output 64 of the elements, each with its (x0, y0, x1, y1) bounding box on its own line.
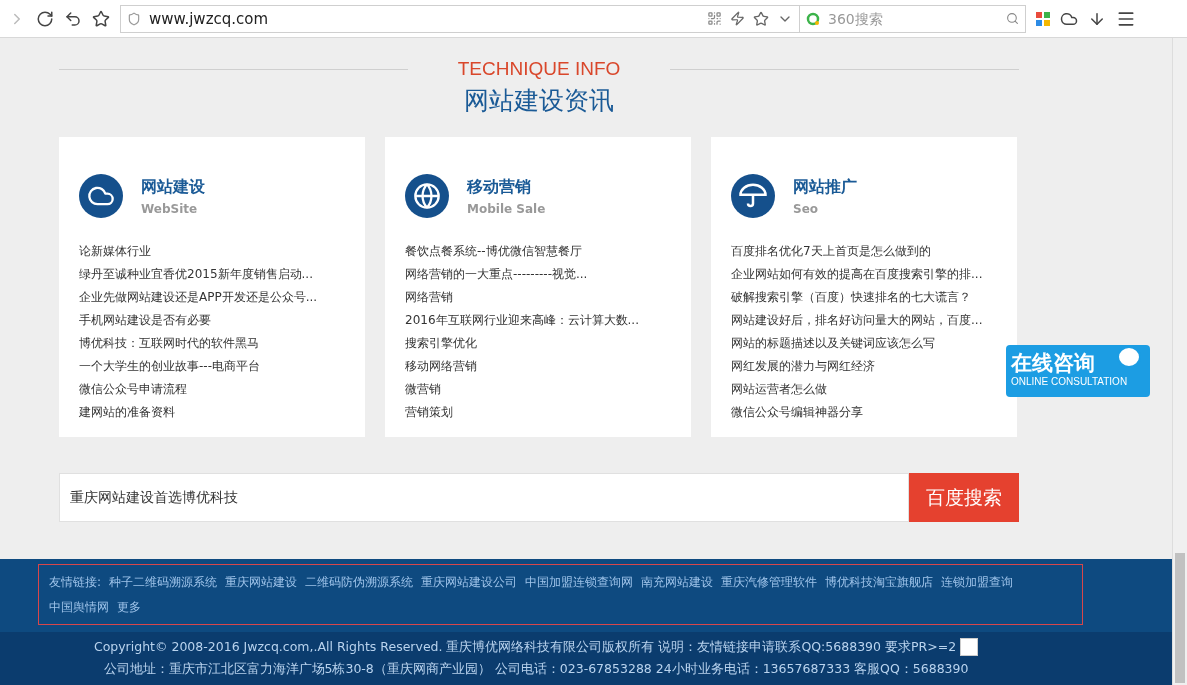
article-link[interactable]: 微信公众号申请流程 (79, 378, 187, 401)
article-link[interactable]: 企业先做网站建设还是APP开发还是公众号... (79, 286, 318, 309)
section-title: 网站建设资讯 (463, 85, 615, 117)
search-box[interactable]: 360搜索 (800, 4, 1026, 33)
url-text: www.jwzcq.com (149, 9, 270, 28)
friend-link[interactable]: 重庆网站建设 (225, 573, 298, 592)
shield-icon (127, 11, 141, 26)
search-field[interactable]: 重庆网站建设首选博优科技 (59, 473, 909, 522)
article-link[interactable]: 绿丹至诚种业宜香优2015新年度销售启动... (79, 263, 313, 286)
address-field[interactable]: www.jwzcq.com (120, 4, 800, 33)
friend-link[interactable]: 种子二维码溯源系统 (109, 573, 218, 592)
friend-link[interactable]: 重庆汽修管理软件 (721, 573, 818, 592)
article-link[interactable]: 网络营销的一大重点---------视觉... (405, 263, 588, 286)
card-subtitle: Seo (793, 201, 820, 216)
search-icon[interactable] (1006, 12, 1019, 25)
cloud-icon (79, 174, 123, 218)
star-icon[interactable] (753, 10, 769, 27)
friend-link[interactable]: 中国舆情网 (49, 598, 109, 617)
card-title: 网站建设 (141, 176, 205, 198)
article-link[interactable]: 博优科技：互联网时代的软件黑马 (79, 332, 259, 355)
ring-logo-icon (806, 11, 820, 26)
article-link[interactable]: 网站的标题描述以及关键词应该怎么写 (731, 332, 935, 355)
card-title: 网站推广 (793, 176, 857, 198)
bookmark-star-icon[interactable] (92, 9, 110, 28)
article-link[interactable]: 一个大学生的创业故事---电商平台 (79, 355, 260, 378)
article-link[interactable]: 网络营销 (405, 286, 453, 309)
friend-link[interactable]: 中国加盟连锁查询网 (525, 573, 634, 592)
article-link[interactable]: 破解搜索引擎（百度）快速排名的七大谎言？ (731, 286, 971, 309)
globe-icon (405, 174, 449, 218)
article-link[interactable]: 移动网络营销 (405, 355, 477, 378)
search-button[interactable]: 百度搜索 (909, 473, 1019, 522)
friend-link[interactable]: 博优科技淘宝旗舰店 (825, 573, 934, 592)
article-link[interactable]: 手机网站建设是否有必要 (79, 309, 211, 332)
friend-link[interactable]: 更多 (117, 598, 141, 617)
article-link[interactable]: 微信公众号编辑神器分享 (731, 401, 863, 424)
article-link[interactable]: 2016年互联网行业迎来高峰：云计算大数... (405, 309, 639, 332)
article-link[interactable]: 网站运营者怎么做 (731, 378, 827, 401)
friend-link[interactable]: 连锁加盟查询 (941, 573, 1014, 592)
friend-link[interactable]: 重庆网站建设公司 (421, 573, 518, 592)
card-subtitle: Mobile Sale (467, 201, 546, 216)
reload-icon[interactable] (36, 9, 54, 28)
friend-link[interactable]: 二维码防伪溯源系统 (305, 573, 414, 592)
address-text: 公司地址：重庆市江北区富力海洋广场5栋30-8（重庆网商产业园） 公司电话：023-67853288 24小时业务电话：13657687333 客服QQ：5688390 (103, 660, 969, 678)
article-link[interactable]: 微营销 (405, 378, 441, 401)
article-link[interactable]: 论新媒体行业 (79, 240, 151, 263)
article-link[interactable]: 百度排名优化7天上首页是怎么做到的 (731, 240, 931, 263)
lightning-icon[interactable] (730, 11, 745, 26)
section-eyebrow: TECHNIQUE INFO (457, 58, 621, 80)
article-link[interactable]: 企业网站如何有效的提高在百度搜索引擎的排... (731, 263, 983, 286)
umbrella-icon (731, 174, 775, 218)
card-title: 移动营销 (467, 176, 532, 198)
article-link[interactable]: 餐饮点餐系统--博优微信智慧餐厅 (405, 240, 582, 263)
article-link[interactable]: 网红发展的潜力与网红经济 (731, 355, 875, 378)
copyright-text: Copyright© 2008-2016 Jwzcq.com,.All Rights Reserved. 重庆博优网络科技有限公司版权所有 说明：友情链接申请联系QQ:5688390 要求PR>=2 (93, 638, 957, 656)
article-link[interactable]: 建网站的准备资料 (79, 401, 175, 424)
app-grid-icon[interactable] (1036, 11, 1050, 26)
card-subtitle: WebSite (141, 201, 199, 216)
friend-link[interactable]: 南充网站建设 (641, 573, 714, 592)
undo-icon[interactable] (64, 9, 82, 28)
qr-code-icon[interactable] (707, 11, 722, 26)
article-link[interactable]: 营销策划 (405, 401, 453, 424)
article-link[interactable]: 网站建设好后，排名好访问量大的网站，百度... (731, 309, 983, 332)
links-label: 友情链接: (49, 574, 102, 591)
article-link[interactable]: 搜索引擎优化 (405, 332, 477, 355)
